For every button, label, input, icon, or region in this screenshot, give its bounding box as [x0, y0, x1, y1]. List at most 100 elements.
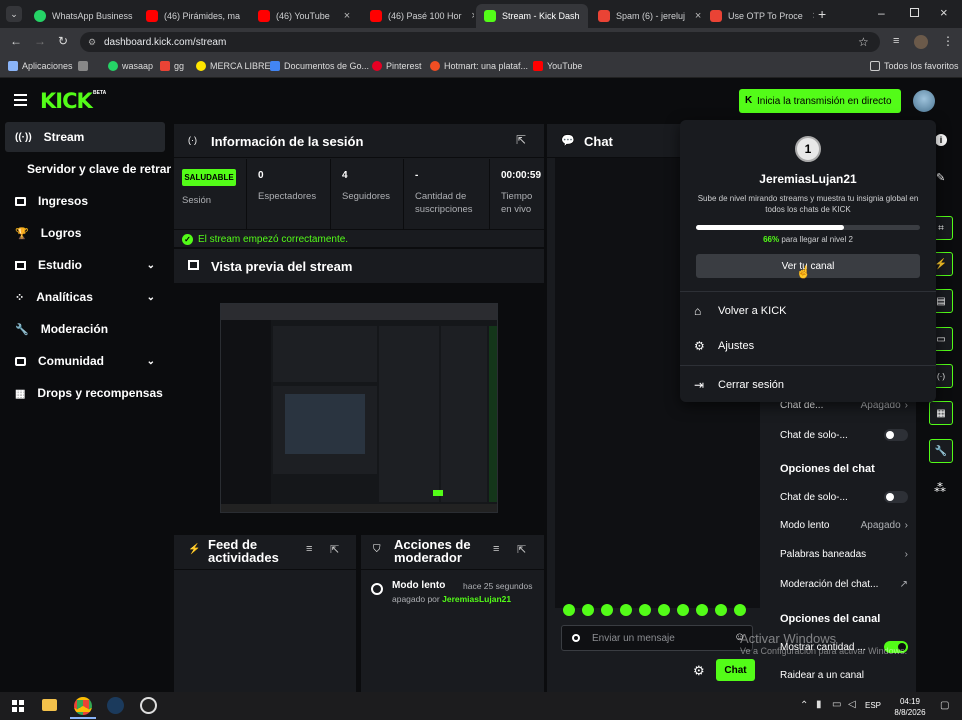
chat-only-row[interactable]: Chat de solo-... [780, 429, 908, 441]
dashboard-icon[interactable]: ▦ [929, 401, 953, 425]
toggle-switch[interactable] [884, 491, 908, 503]
close-icon[interactable]: × [691, 9, 702, 23]
browser-menu-icon[interactable]: ⋮ [942, 34, 954, 48]
file-explorer-icon[interactable] [42, 699, 57, 711]
emote-icon[interactable] [677, 604, 689, 616]
language-indicator[interactable]: ESP [865, 701, 881, 710]
chat-settings-icon[interactable]: ⚙ [693, 663, 705, 679]
divider [174, 229, 544, 230]
browser-tab[interactable]: Spam (6) - jereluj × [590, 4, 702, 28]
bookmark-star-icon[interactable]: ☆ [858, 35, 869, 49]
network-icon[interactable]: ▭ [832, 699, 841, 710]
close-icon[interactable]: × [340, 9, 354, 23]
emote-icon[interactable] [734, 604, 746, 616]
stream-preview-area[interactable] [174, 283, 544, 533]
volume-icon[interactable]: ◁ [848, 699, 856, 710]
bookmark-grid[interactable] [78, 61, 88, 71]
kick-logo[interactable]: KICK [40, 89, 93, 113]
popout-icon[interactable]: ⇱ [516, 133, 526, 147]
popout-icon[interactable]: ⇱ [517, 543, 526, 556]
windows-start-icon[interactable] [12, 700, 24, 712]
slow-mode-row[interactable]: Modo lento Apagado › [780, 520, 908, 531]
chat-moderation-row[interactable]: Moderación del chat... ↗ [780, 579, 908, 590]
bookmark-gg[interactable]: gg [160, 61, 184, 71]
maximize-button[interactable] [910, 8, 919, 17]
sidebar-item-analiticas[interactable]: ⁘ Analíticas ⌄ [5, 282, 165, 312]
wrench-icon[interactable]: 🔧 [929, 439, 953, 463]
bookmark-all-favorites[interactable]: Todos los favoritos [870, 61, 959, 71]
emote-icon[interactable] [563, 604, 575, 616]
steam-icon[interactable] [107, 697, 124, 714]
user-avatar[interactable] [913, 90, 935, 112]
toggle-switch[interactable] [884, 429, 908, 441]
bookmark-docs[interactable]: Documentos de Go... [270, 61, 369, 71]
sidebar-item-comunidad[interactable]: Comunidad ⌄ [5, 346, 165, 376]
close-window-button[interactable]: × [940, 5, 948, 20]
obs-icon[interactable] [140, 697, 157, 714]
menu-item-back-to-kick[interactable]: ⌂ Volver a KICK [680, 294, 936, 328]
bookmark-hotmart[interactable]: Hotmart: una plataf... [430, 61, 528, 71]
forward-icon[interactable]: → [34, 34, 46, 48]
emote-icon[interactable] [582, 604, 594, 616]
money-icon [15, 196, 26, 206]
emote-icon[interactable] [639, 604, 651, 616]
bookmark-apps[interactable]: Aplicaciones [8, 61, 73, 71]
extensions-icon[interactable]: ≡ [893, 35, 899, 47]
sidebar-item-server-key[interactable]: Servidor y clave de retransm [5, 154, 171, 184]
chat-only-row-2[interactable]: Chat de solo-... [780, 491, 908, 503]
sidebar-item-logros[interactable]: 🏆 Logros [5, 218, 165, 248]
live-time-value: 00:00:59 [501, 170, 542, 181]
sidebar-item-stream[interactable]: ((·)) Stream [5, 122, 165, 152]
emote-icon[interactable] [715, 604, 727, 616]
sidebar-item-estudio[interactable]: Estudio ⌄ [5, 250, 165, 280]
emote-icon[interactable] [601, 604, 613, 616]
close-icon[interactable]: × [468, 9, 474, 23]
sidebar-item-drops[interactable]: ▦ Drops y recompensas [5, 378, 165, 408]
close-icon[interactable]: × [809, 9, 814, 23]
stream-preview-title: Vista previa del stream [211, 259, 353, 274]
minimize-button[interactable]: – [878, 6, 885, 20]
microphone-icon[interactable]: ▮ [816, 699, 822, 710]
browser-tab-active[interactable]: Stream - Kick Dash× [476, 4, 588, 28]
bookmark-pinterest[interactable]: Pinterest [372, 61, 422, 71]
browser-tab[interactable]: Use OTP To Proce× [702, 4, 814, 28]
go-live-button[interactable]: K Inicia la transmisión en directo [739, 89, 901, 113]
reload-icon[interactable]: ↻ [58, 34, 68, 48]
edit-icon[interactable]: ✎ [936, 171, 945, 184]
hamburger-menu-icon[interactable] [14, 94, 27, 106]
bookmark-mercalibre[interactable]: MERCA LIBRE [196, 61, 271, 71]
filter-icon[interactable]: ≡ [493, 543, 499, 555]
chat-send-button[interactable]: Chat [716, 659, 755, 681]
profile-avatar[interactable] [914, 35, 928, 49]
chrome-icon[interactable] [74, 697, 92, 715]
sidebar-item-moderacion[interactable]: 🔧 Moderación [5, 314, 165, 344]
emote-icon[interactable] [658, 604, 670, 616]
emote-icon[interactable] [696, 604, 708, 616]
emote-icon[interactable] [620, 604, 632, 616]
bookmark-youtube[interactable]: YouTube [533, 61, 582, 71]
tab-list-button[interactable]: ⌄ [6, 6, 22, 22]
raid-channel-row[interactable]: Raidear a un canal [780, 670, 908, 681]
clock[interactable]: 04:19 8/8/2026 [890, 696, 930, 718]
menu-item-logout[interactable]: ⇥ Cerrar sesión [680, 368, 936, 402]
bookmark-wasaap[interactable]: wasaap [108, 61, 153, 71]
popout-icon[interactable]: ⇱ [330, 543, 339, 556]
browser-tab[interactable]: (46) YouTube × [250, 4, 362, 28]
browser-tab[interactable]: (46) Pirámides, ma× [138, 4, 250, 28]
browser-tab[interactable]: (46) Pasé 100 Hor× [362, 4, 474, 28]
sidebar-item-ingresos[interactable]: Ingresos [5, 186, 165, 216]
url-input[interactable]: ⚙ dashboard.kick.com/stream ☆ [80, 32, 880, 52]
tray-chevron-icon[interactable]: ⌃ [800, 700, 808, 711]
banned-words-row[interactable]: Palabras baneadas › [780, 549, 908, 560]
notifications-icon[interactable]: ▢ [940, 700, 949, 711]
close-icon[interactable]: × [586, 9, 588, 23]
apps-icon[interactable]: ⁂ [934, 481, 946, 495]
filter-icon[interactable]: ≡ [306, 543, 312, 555]
browser-tab[interactable]: WhatsApp Business× [26, 4, 138, 28]
info-icon[interactable]: i [935, 134, 947, 146]
site-info-icon[interactable]: ⚙ [88, 37, 96, 48]
back-icon[interactable]: ← [10, 34, 22, 48]
chat-input[interactable]: Enviar un mensaje ☺ [561, 625, 753, 651]
new-tab-button[interactable]: + [818, 6, 826, 22]
menu-item-settings[interactable]: ⚙ Ajustes [680, 329, 936, 363]
